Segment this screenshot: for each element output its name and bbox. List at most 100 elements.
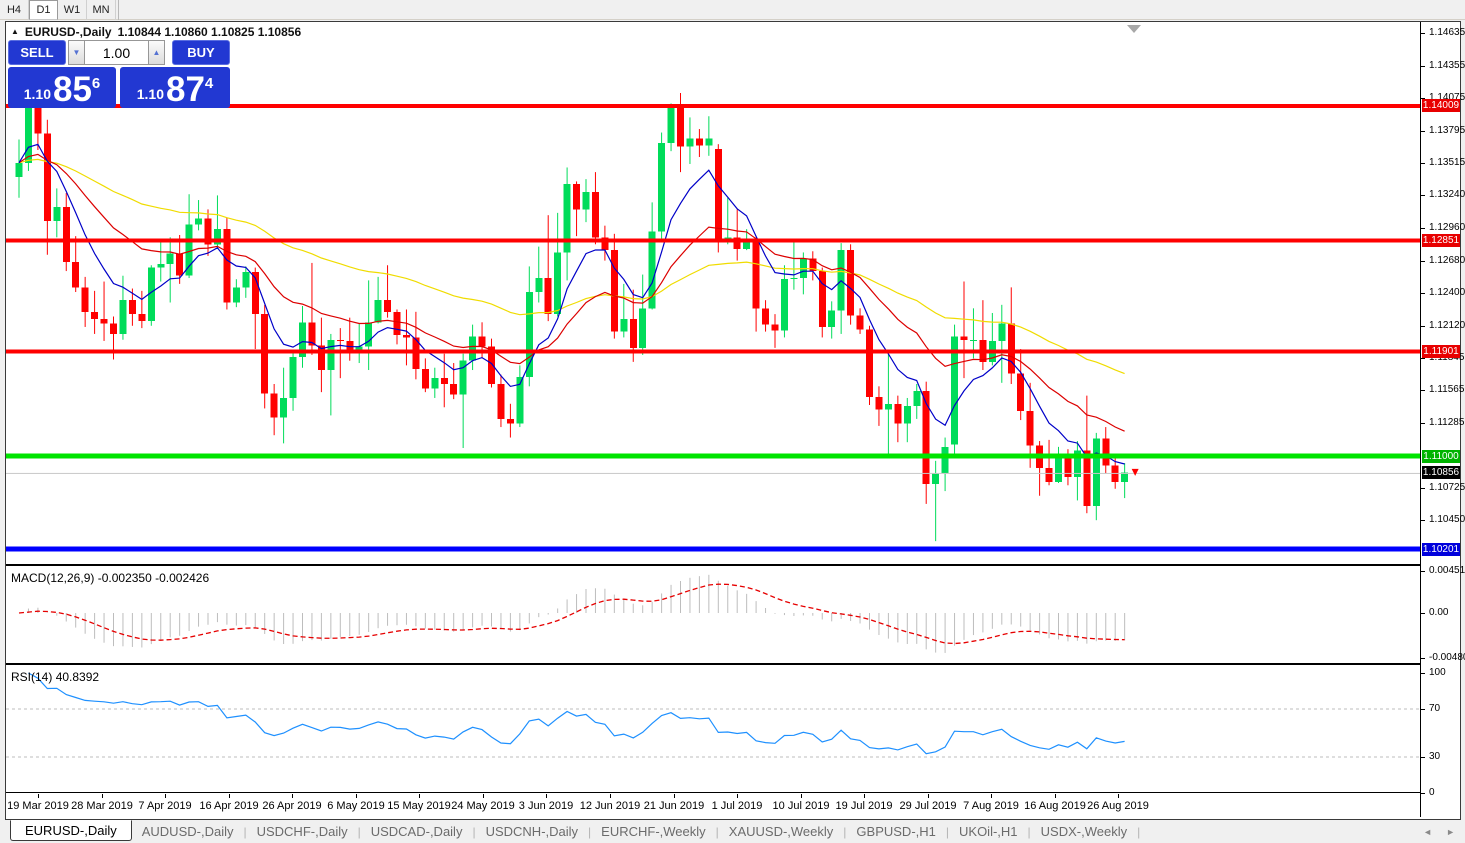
time-axis-tick (674, 794, 675, 798)
price-tick-label: 1.12120 (1429, 320, 1465, 331)
timeframe-button-w1[interactable]: W1 (58, 0, 87, 20)
buy-price-pip: 4 (205, 75, 213, 92)
timeframe-button-h4[interactable]: H4 (0, 0, 29, 20)
one-click-trade-panel: SELL ▼ ▲ BUY 1.10 85 6 1.10 87 4 (8, 40, 230, 108)
rsi-tick-label: 0 (1429, 787, 1435, 798)
time-axis-tick (356, 794, 357, 798)
chart-tab-eurusd[interactable]: EURUSD-,Daily (10, 820, 132, 841)
chart-window: ▲ EURUSD-,Daily 1.10844 1.10860 1.10825 … (5, 21, 1461, 820)
time-axis-tick (610, 794, 611, 798)
time-axis-tick (1055, 794, 1056, 798)
rsi-label: RSI(14) 40.8392 (11, 670, 99, 684)
sell-price-big: 85 (53, 73, 92, 106)
price-tick-label: 1.10450 (1429, 514, 1465, 525)
time-axis-label: 29 Jul 2019 (900, 800, 957, 812)
time-axis-tick (928, 794, 929, 798)
rsi-chart (6, 667, 1420, 793)
chart-tab-usdcad[interactable]: USDCAD-,Daily (361, 821, 473, 842)
macd-pane[interactable]: MACD(12,26,9) -0.002350 -0.002426 (6, 568, 1420, 665)
macd-tick-label: -0.004806 (1429, 652, 1465, 663)
timeframe-button-mn[interactable]: MN (87, 0, 116, 20)
macd-tick-label: 0.004517 (1429, 565, 1465, 576)
time-axis-tick (229, 794, 230, 798)
price-axis: 1.146351.143551.140751.137951.135151.132… (1420, 22, 1460, 817)
rsi-tick-label: 30 (1429, 751, 1440, 762)
time-axis-tick (292, 794, 293, 798)
mt4-terminal: { "toolbar": { "timeframes": [ {"label":… (0, 0, 1465, 843)
time-axis-tick (864, 794, 865, 798)
axis-tick (1421, 488, 1425, 489)
toolbar-divider (116, 0, 119, 20)
price-tick-label: 1.12680 (1429, 255, 1465, 266)
sell-button[interactable]: SELL (8, 40, 66, 65)
time-axis-label: 1 Jul 2019 (712, 800, 763, 812)
tab-scroll-arrows: ◄ ► (1423, 827, 1455, 837)
tabs-scroll-right-icon[interactable]: ► (1446, 827, 1455, 837)
axis-tick (1421, 228, 1425, 229)
macd-tick-label: 0.00 (1429, 607, 1448, 618)
axis-tick (1421, 358, 1425, 359)
chart-tab-eurchf[interactable]: EURCHF-,Weekly (591, 821, 716, 842)
time-axis-label: 6 May 2019 (327, 800, 384, 812)
time-axis-label: 28 Mar 2019 (71, 800, 133, 812)
time-axis-tick (483, 794, 484, 798)
chart-tab-usdchf[interactable]: USDCHF-,Daily (247, 821, 358, 842)
time-axis-tick (419, 794, 420, 798)
time-axis-label: 21 Jun 2019 (644, 800, 705, 812)
axis-tick (1421, 131, 1425, 132)
sell-price-button[interactable]: 1.10 85 6 (8, 67, 116, 108)
price-tick-label: 1.13240 (1429, 189, 1465, 200)
price-tick-label: 1.12400 (1429, 287, 1465, 298)
tab-separator: | (1137, 825, 1140, 839)
chart-tab-usdx[interactable]: USDX-,Weekly (1031, 821, 1137, 842)
price-tick-label: 1.14355 (1429, 60, 1465, 71)
chart-tab-xauusd[interactable]: XAUUSD-,Weekly (719, 821, 844, 842)
buy-button[interactable]: BUY (172, 40, 230, 65)
sell-price-pip: 6 (92, 75, 100, 92)
chart-tabs: EURUSD-,DailyAUDUSD-,Daily | USDCHF-,Daily… (0, 821, 1140, 842)
price-tick-label: 1.11285 (1429, 417, 1464, 428)
volume-increase-button[interactable]: ▲ (148, 40, 165, 65)
axis-tick (1421, 261, 1425, 262)
axis-tick (1421, 195, 1425, 196)
time-axis-tick (165, 794, 166, 798)
price-level-badge: 1.11000 (1422, 450, 1460, 463)
chart-tab-audusd[interactable]: AUDUSD-,Daily (132, 821, 244, 842)
chart-tab-usdcnh[interactable]: USDCNH-,Daily (476, 821, 588, 842)
price-level-badge: 1.12851 (1422, 234, 1460, 247)
time-axis-label: 12 Jun 2019 (580, 800, 641, 812)
time-axis-label: 3 Jun 2019 (519, 800, 573, 812)
collapse-triangle-icon[interactable]: ▲ (11, 27, 19, 36)
time-axis-tick (546, 794, 547, 798)
rsi-pane[interactable]: RSI(14) 40.8392 (6, 667, 1420, 793)
time-axis-label: 24 May 2019 (451, 800, 515, 812)
time-axis-label: 19 Jul 2019 (836, 800, 893, 812)
time-axis-label: 16 Apr 2019 (199, 800, 258, 812)
buy-price-prefix: 1.10 (137, 86, 164, 102)
chart-tab-gbpusd[interactable]: GBPUSD-,H1 (846, 821, 945, 842)
macd-chart (6, 568, 1420, 665)
buy-price-button[interactable]: 1.10 87 4 (120, 67, 230, 108)
main-chart-pane[interactable]: ▲ EURUSD-,Daily 1.10844 1.10860 1.10825 … (6, 22, 1420, 566)
volume-input[interactable] (85, 40, 148, 65)
time-axis-label: 26 Apr 2019 (262, 800, 321, 812)
chart-window-content: ▲ EURUSD-,Daily 1.10844 1.10860 1.10825 … (6, 22, 1460, 817)
chart-tab-ukoil[interactable]: UKOil-,H1 (949, 821, 1028, 842)
timeframe-button-d1[interactable]: D1 (29, 0, 58, 20)
axis-tick (1421, 709, 1425, 710)
price-tick-label: 1.12960 (1429, 222, 1465, 233)
rsi-tick-label: 70 (1429, 703, 1440, 714)
time-axis-label: 10 Jul 2019 (773, 800, 830, 812)
price-level-badge: 1.11901 (1422, 345, 1460, 358)
chart-tab-bar: EURUSD-,DailyAUDUSD-,Daily | USDCHF-,Daily… (0, 820, 1465, 843)
volume-decrease-button[interactable]: ▼ (68, 40, 85, 65)
axis-tick (1421, 326, 1425, 327)
price-tick-label: 1.13795 (1429, 125, 1465, 136)
time-axis-label: 19 Mar 2019 (7, 800, 69, 812)
tabs-scroll-left-icon[interactable]: ◄ (1423, 827, 1432, 837)
axis-tick (1421, 390, 1425, 391)
axis-tick (1421, 757, 1425, 758)
axis-tick (1421, 571, 1425, 572)
price-tick-label: 1.14635 (1429, 27, 1465, 38)
axis-tick (1421, 163, 1425, 164)
